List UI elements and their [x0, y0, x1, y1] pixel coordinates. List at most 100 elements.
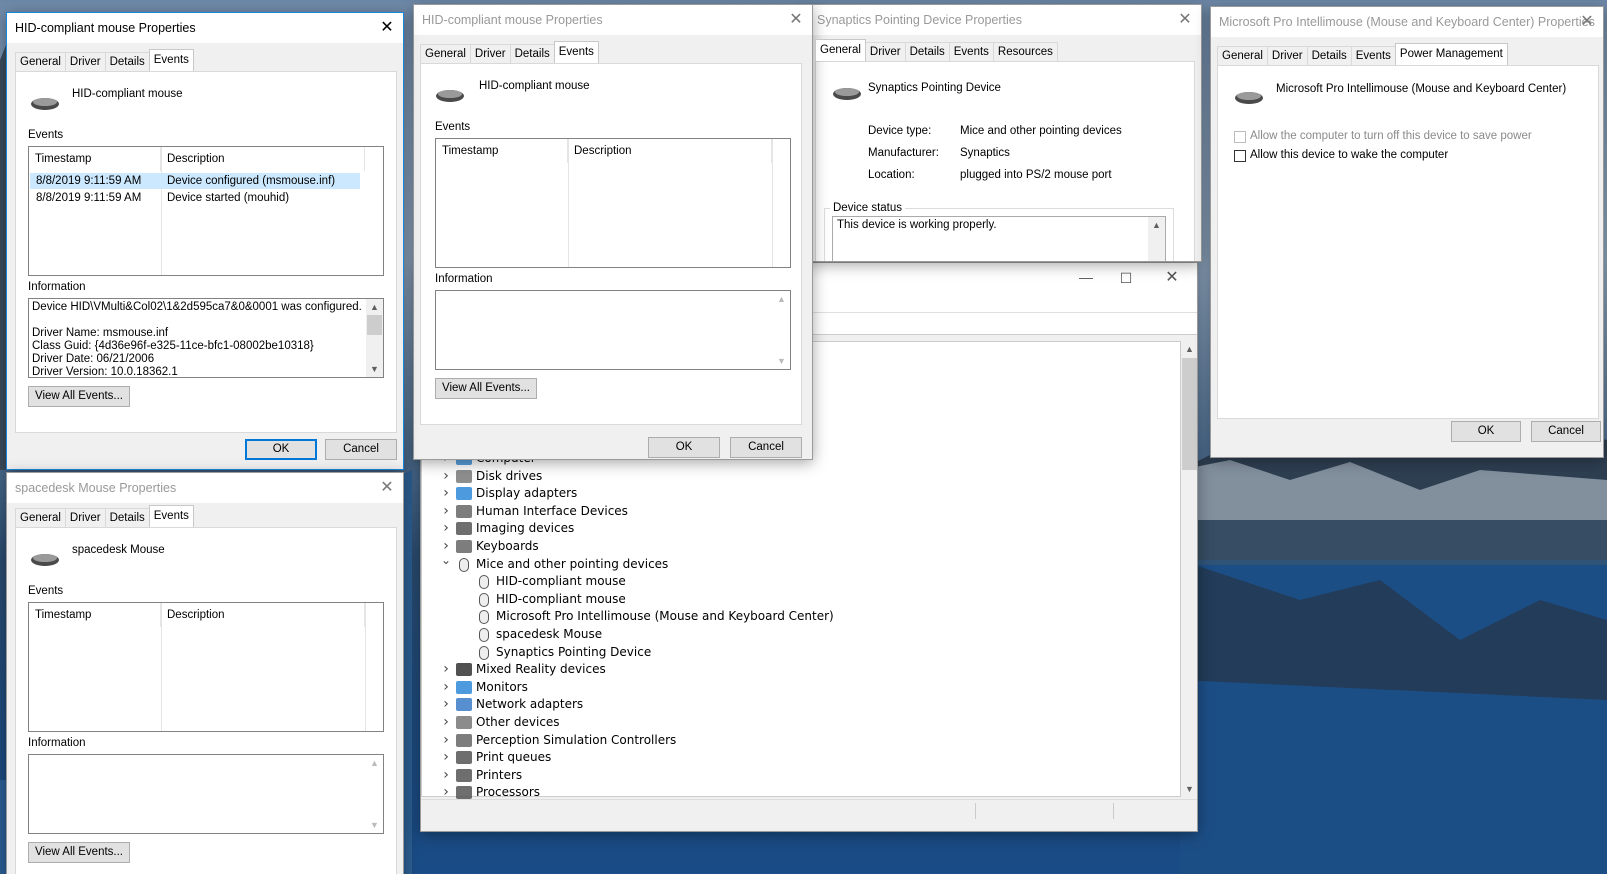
tab-resources[interactable]: Resources — [992, 42, 1058, 61]
column-timestamp[interactable]: Timestamp — [29, 147, 161, 171]
chevron-right-icon[interactable]: › — [440, 749, 452, 766]
tree-category-item[interactable]: › Perception Simulation Controllers — [440, 732, 1140, 749]
tab-general[interactable]: General — [815, 39, 866, 61]
view-all-events-button[interactable]: View All Events... — [28, 842, 130, 863]
tab-details[interactable]: Details — [104, 508, 150, 527]
tab-details[interactable]: Details — [1306, 46, 1352, 65]
tree-device-item[interactable]: HID-compliant mouse — [460, 573, 1160, 590]
ok-button[interactable]: OK — [648, 437, 720, 458]
events-list[interactable]: Timestamp Description — [435, 138, 791, 268]
synaptics-properties-window: Synaptics Pointing Device Properties ✕ G… — [808, 4, 1202, 262]
event-row[interactable]: 8/8/2019 9:11:59 AM Device configured (ms… — [30, 173, 360, 189]
column-description[interactable]: Description — [161, 603, 365, 627]
tree-category-item[interactable]: › Monitors — [440, 679, 1140, 696]
scroll-down-arrow[interactable]: ▼ — [366, 361, 383, 377]
scroll-thumb[interactable] — [367, 315, 382, 335]
scroll-thumb[interactable] — [1182, 358, 1197, 470]
events-list[interactable]: Timestamp Description 8/8/2019 9:11:59 A… — [28, 146, 384, 276]
tab-events[interactable]: Events — [1350, 46, 1396, 65]
info-scrollbar[interactable]: ▲ ▼ — [773, 291, 790, 369]
tree-category-item[interactable]: › Display adapters — [440, 485, 1140, 502]
tree-device-item[interactable]: Synaptics Pointing Device — [460, 644, 1160, 661]
chevron-right-icon[interactable]: › — [440, 679, 452, 696]
tree-device-item[interactable]: HID-compliant mouse — [460, 591, 1160, 608]
tab-driver[interactable]: Driver — [469, 44, 511, 63]
information-box[interactable]: Device HID\VMulti&Col02\1&2d595ca7&0&000… — [28, 298, 384, 378]
column-description[interactable]: Description — [161, 147, 365, 171]
close-button[interactable]: ✕ — [1571, 7, 1603, 37]
close-button[interactable]: ✕ — [1154, 263, 1190, 293]
events-list[interactable]: Timestamp Description — [28, 602, 384, 732]
scroll-up-arrow[interactable]: ▲ — [366, 299, 383, 315]
turn-off-label: Allow the computer to turn off this devi… — [1250, 130, 1532, 142]
chevron-right-icon[interactable]: › — [440, 520, 452, 537]
tree-category-item[interactable]: › Network adapters — [440, 696, 1140, 713]
information-box[interactable]: ▲ ▼ — [28, 754, 384, 834]
tab-driver[interactable]: Driver — [64, 52, 106, 71]
tab-driver[interactable]: Driver — [1266, 46, 1308, 65]
chevron-right-icon[interactable]: › — [440, 503, 452, 520]
tree-device-item[interactable]: Microsoft Pro Intellimouse (Mouse and Ke… — [460, 608, 1160, 625]
spacedesk-properties-window: spacedesk Mouse Properties ✕ General Driv… — [6, 472, 404, 874]
chevron-right-icon[interactable]: › — [440, 661, 452, 678]
tree-category-item[interactable]: › Other devices — [440, 714, 1140, 731]
ok-button[interactable]: OK — [1451, 421, 1521, 442]
tree-category-item[interactable]: › Keyboards — [440, 538, 1140, 555]
view-all-events-button[interactable]: View All Events... — [435, 378, 537, 399]
close-button[interactable]: ✕ — [780, 5, 812, 35]
cancel-button[interactable]: Cancel — [730, 437, 802, 458]
event-row[interactable]: 8/8/2019 9:11:59 AM Device started (mouhi… — [30, 190, 360, 206]
ok-button[interactable]: OK — [245, 439, 317, 460]
info-scrollbar[interactable]: ▲ ▼ — [366, 299, 383, 377]
chevron-right-icon[interactable]: › — [440, 696, 452, 713]
close-button[interactable]: ✕ — [1169, 5, 1201, 35]
chevron-right-icon[interactable]: › — [440, 732, 452, 749]
tab-general[interactable]: General — [1217, 46, 1268, 65]
maximize-button[interactable]: ☐ — [1111, 263, 1141, 293]
information-box[interactable]: ▲ ▼ — [435, 290, 791, 370]
column-timestamp[interactable]: Timestamp — [29, 603, 161, 627]
tree-scrollbar[interactable]: ▲ ▼ — [1181, 341, 1197, 797]
tab-details[interactable]: Details — [904, 42, 950, 61]
tab-power-management[interactable]: Power Management — [1394, 43, 1508, 65]
wake-checkbox[interactable] — [1234, 150, 1246, 162]
tree-category-item[interactable]: ⌄ Mice and other pointing devices — [440, 553, 1140, 573]
tab-events[interactable]: Events — [948, 42, 994, 61]
chevron-right-icon[interactable]: › — [440, 767, 452, 784]
status-scrollbar[interactable]: ▲ — [1148, 217, 1165, 261]
tab-events[interactable]: Events — [148, 505, 194, 527]
tab-details[interactable]: Details — [509, 44, 555, 63]
minimize-button[interactable]: — — [1071, 263, 1101, 293]
tab-details[interactable]: Details — [104, 52, 150, 71]
tab-events[interactable]: Events — [148, 49, 194, 71]
column-description[interactable]: Description — [568, 139, 772, 163]
tab-driver[interactable]: Driver — [864, 42, 906, 61]
tree-category-item[interactable]: › Print queues — [440, 749, 1140, 766]
cancel-button[interactable]: Cancel — [1531, 421, 1601, 442]
turn-off-checkbox[interactable] — [1234, 131, 1246, 143]
scroll-up-arrow[interactable]: ▲ — [1181, 341, 1197, 357]
cancel-button[interactable]: Cancel — [325, 439, 397, 460]
tree-category-item[interactable]: › Printers — [440, 767, 1140, 784]
chevron-right-icon[interactable]: › — [440, 485, 452, 502]
close-button[interactable]: ✕ — [371, 13, 403, 43]
tab-general[interactable]: General — [15, 52, 66, 71]
tree-category-item[interactable]: › Imaging devices — [440, 520, 1140, 537]
view-all-events-button[interactable]: View All Events... — [28, 386, 130, 407]
chevron-down-icon[interactable]: ⌄ — [440, 552, 452, 569]
scroll-down-arrow[interactable]: ▼ — [1181, 781, 1197, 797]
close-button[interactable]: ✕ — [371, 473, 403, 503]
tree-category-item[interactable]: › Human Interface Devices — [440, 503, 1140, 520]
tree-category-item[interactable]: › Disk drives — [440, 468, 1140, 485]
tab-events[interactable]: Events — [553, 41, 599, 63]
tab-panel: Microsoft Pro Intellimouse (Mouse and Ke… — [1217, 65, 1599, 419]
column-timestamp[interactable]: Timestamp — [436, 139, 568, 163]
chevron-right-icon[interactable]: › — [440, 468, 452, 485]
tab-general[interactable]: General — [15, 508, 66, 527]
tab-general[interactable]: General — [420, 44, 471, 63]
tree-device-item[interactable]: spacedesk Mouse — [460, 626, 1160, 643]
chevron-right-icon[interactable]: › — [440, 714, 452, 731]
info-scrollbar[interactable]: ▲ ▼ — [366, 755, 383, 833]
tab-driver[interactable]: Driver — [64, 508, 106, 527]
tree-category-item[interactable]: › Mixed Reality devices — [440, 661, 1140, 678]
